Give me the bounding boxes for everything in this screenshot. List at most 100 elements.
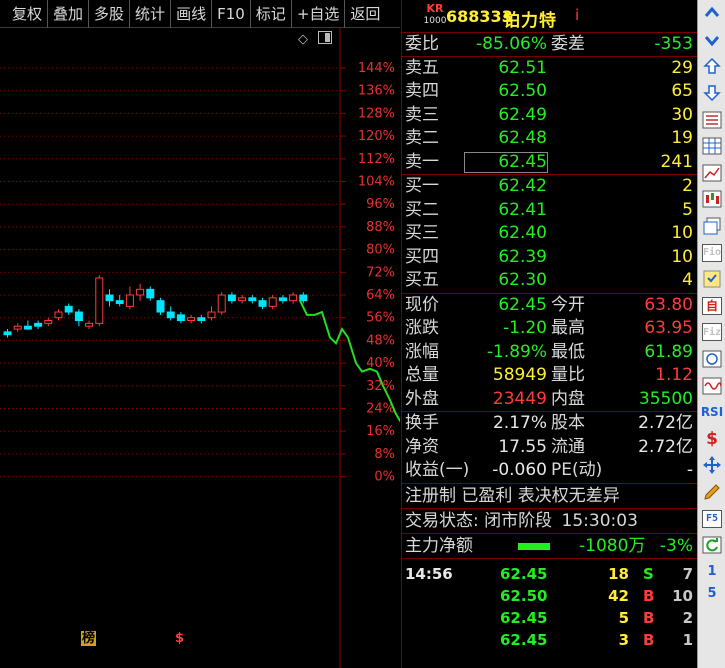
bid-price: 62.39 [498,246,547,267]
toolbar-back-button[interactable]: 返回 [345,0,385,28]
ask-row[interactable]: 卖四 62.50 65 [402,80,697,104]
main-flow-row[interactable]: 主力净额 -1080万 -3% [402,534,697,559]
quote-value: 23449 [492,388,547,409]
ask-price: 62.45 [498,151,547,172]
diamond-icon[interactable]: ◇ [298,32,308,47]
candle-body [3,331,12,336]
quote-value: -1.89% [486,341,547,362]
self-select-icon[interactable]: 自 [698,293,725,320]
ask-price: 62.49 [498,104,547,125]
toolbar-multi-stock-button[interactable]: 多股 [89,0,131,28]
arrow-down-icon[interactable] [698,80,725,107]
candle-body [176,314,185,322]
candle-body [197,317,206,322]
tick-list-icon[interactable] [698,106,725,133]
window-toggle-icon[interactable] [318,31,332,44]
wave-icon[interactable] [698,372,725,399]
chart-pct-label: 72% [366,265,395,280]
tick-row: 14:56 62.45 18 S 7 [402,563,697,585]
ask-row[interactable]: 卖五 62.51 29 [402,57,697,81]
kr-logo: KR 1000 [423,2,447,27]
ask-book: 卖五 62.51 29 卖四 62.50 65 卖三 62.49 30 卖二 6… [402,57,697,175]
kline-chart[interactable]: 144% 136% 128% 120% 112% 104% 96% 88% 80% 72% 64% 5… [0,28,400,668]
toolbar-fuquan-button[interactable]: 复权 [0,0,49,28]
bid-row[interactable]: 买三 62.40 10 [402,222,697,246]
f12-icon[interactable]: Fiz [698,319,725,346]
f5-icon[interactable]: F5 [698,505,725,532]
bid-row[interactable]: 买二 62.41 5 [402,199,697,223]
grid-table-icon[interactable] [698,133,725,160]
pages-icon[interactable] [698,213,725,240]
commission-diff-label: 委差 [551,34,585,54]
quote-label: 涨跌 [405,318,439,338]
tick-row: 62.45 3 B 1 [402,629,697,651]
trade-status-label: 交易状态: [405,510,479,531]
bid-row[interactable]: 买五 62.30 4 [402,269,697,293]
quote-row: 外盘 23449 内盘 35500 [402,388,697,412]
tick-qty: 5 [618,608,629,627]
ask-row[interactable]: 卖二 62.48 19 [402,127,697,151]
refresh-icon[interactable] [698,532,725,559]
ranking-badge[interactable]: 榜 [81,631,97,646]
quote-label: 内盘 [551,388,585,409]
ask-row-selected[interactable]: 卖一 62.45 241 [402,151,697,175]
toolbar-mark-button[interactable]: 标记 [251,0,292,28]
chart-pct-label: 136% [358,84,395,99]
bid-volume: 4 [682,270,693,290]
candle-body [217,294,226,313]
fundamental-value: - [686,460,693,480]
fundamental-label: 收益(一) [405,460,470,480]
arrow-up-icon[interactable] [698,53,725,80]
toolbar-stats-button[interactable]: 统计 [130,0,172,28]
candle-body [125,294,134,307]
rsi-icon[interactable]: RSI [698,399,725,426]
move-icon[interactable] [698,452,725,479]
chevron-down-icon[interactable] [698,27,725,54]
self-select-icon-label: 自 [702,296,722,315]
stock-tags[interactable]: 注册制 已盈利 表决权无差异 [402,484,697,509]
chart-pct-label: 16% [366,424,395,439]
tick-price: 62.50 [500,586,548,605]
kline-chart-icon[interactable] [698,186,725,213]
quote-panel: KR 1000 688333 铂力特 i 委比 -85.06% 委差 -353 … [401,0,697,668]
circle-icon[interactable] [698,346,725,373]
candle-body [105,294,114,302]
quote-label: 最低 [551,341,585,362]
bid-volume: 2 [682,176,693,196]
chart-pct-label: 144% [358,61,395,76]
period-1-icon[interactable]: 1 [698,558,725,585]
info-icon[interactable]: i [575,6,579,24]
dollar-badge[interactable]: $ [175,631,184,646]
quote-value: -1.20 [503,318,547,338]
period-5-icon[interactable]: 5 [698,585,725,601]
tick-count: 10 [672,586,693,605]
info-doc-icon[interactable] [698,266,725,293]
chart-toolbar: 复权 叠加 多股 统计 画线 F10 标记 +自选 返回 [0,0,400,28]
quote-value: 1.12 [655,365,693,385]
toolbar-overlay-button[interactable]: 叠加 [48,0,90,28]
pencil-icon[interactable] [698,479,725,506]
chart-pct-label: 8% [374,447,395,462]
line-chart-icon[interactable] [698,160,725,187]
chevron-up-icon[interactable] [698,0,725,27]
stock-title-bar: KR 1000 688333 铂力特 i [402,0,697,33]
f10-icon[interactable]: Fio [698,239,725,266]
candle-body [34,322,43,327]
candle-body [115,300,124,305]
fundamental-value: 17.55 [498,436,547,457]
tick-price: 62.45 [500,608,548,627]
toolbar-f10-button[interactable]: F10 [212,0,251,28]
bid-label: 买一 [405,176,439,196]
bid-book: 买一 62.42 2 买二 62.41 5 买三 62.40 10 买四 62.… [402,175,697,294]
trade-status: 交易状态: 闭市阶段 15:30:03 [402,509,697,534]
ask-row[interactable]: 卖三 62.49 30 [402,104,697,128]
ask-label: 卖一 [405,151,439,172]
toolbar-add-watchlist-button[interactable]: +自选 [292,0,346,28]
tick-count: 2 [682,608,693,627]
bid-row[interactable]: 买四 62.39 10 [402,246,697,270]
candle-body [136,288,145,296]
dollar-icon[interactable]: $ [698,426,725,453]
toolbar-draw-line-button[interactable]: 画线 [171,0,213,28]
bid-row[interactable]: 买一 62.42 2 [402,175,697,199]
tick-side: B [643,608,655,627]
